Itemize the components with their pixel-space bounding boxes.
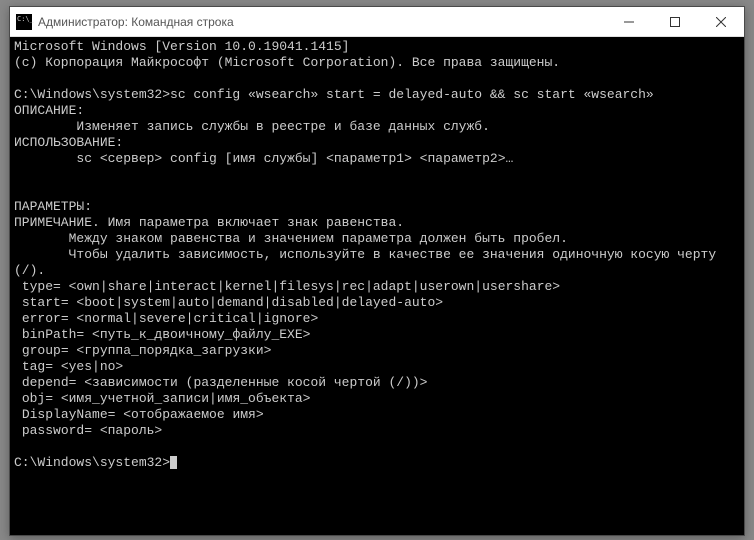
prompt-text: C:\Windows\system32>: [14, 455, 170, 470]
terminal-line: ПАРАМЕТРЫ:: [14, 199, 740, 215]
window-controls: [606, 7, 744, 36]
terminal-line: type= <own|share|interact|kernel|filesys…: [14, 279, 740, 295]
terminal-line: ИСПОЛЬЗОВАНИЕ:: [14, 135, 740, 151]
terminal-output[interactable]: Microsoft Windows [Version 10.0.19041.14…: [10, 37, 744, 535]
maximize-button[interactable]: [652, 7, 698, 36]
terminal-line: Между знаком равенства и значением парам…: [14, 231, 740, 247]
terminal-line: sc <сервер> config [имя службы] <парамет…: [14, 151, 740, 167]
terminal-line: tag= <yes|no>: [14, 359, 740, 375]
terminal-line: C:\Windows\system32>sc config «wsearch» …: [14, 87, 740, 103]
cursor: [170, 456, 177, 469]
terminal-line: [14, 71, 740, 87]
cmd-icon: [16, 14, 32, 30]
terminal-line: (c) Корпорация Майкрософт (Microsoft Cor…: [14, 55, 740, 71]
titlebar[interactable]: Администратор: Командная строка: [10, 7, 744, 37]
terminal-line: binPath= <путь_к_двоичному_файлу_EXE>: [14, 327, 740, 343]
terminal-line: DisplayName= <отображаемое имя>: [14, 407, 740, 423]
window-title: Администратор: Командная строка: [38, 15, 606, 29]
terminal-line: depend= <зависимости (разделенные косой …: [14, 375, 740, 391]
minimize-button[interactable]: [606, 7, 652, 36]
terminal-line: ПРИМЕЧАНИЕ. Имя параметра включает знак …: [14, 215, 740, 231]
close-button[interactable]: [698, 7, 744, 36]
terminal-line: Изменяет запись службы в реестре и базе …: [14, 119, 740, 135]
terminal-line: error= <normal|severe|critical|ignore>: [14, 311, 740, 327]
terminal-line: ОПИСАНИЕ:: [14, 103, 740, 119]
terminal-line: Microsoft Windows [Version 10.0.19041.14…: [14, 39, 740, 55]
terminal-line: [14, 439, 740, 455]
terminal-prompt[interactable]: C:\Windows\system32>: [14, 455, 740, 471]
terminal-line: Чтобы удалить зависимость, используйте в…: [14, 247, 740, 279]
terminal-line: [14, 183, 740, 199]
terminal-line: start= <boot|system|auto|demand|disabled…: [14, 295, 740, 311]
terminal-line: obj= <имя_учетной_записи|имя_объекта>: [14, 391, 740, 407]
command-prompt-window: Администратор: Командная строка Microsof…: [9, 6, 745, 536]
terminal-line: [14, 167, 740, 183]
terminal-line: password= <пароль>: [14, 423, 740, 439]
terminal-line: group= <группа_порядка_загрузки>: [14, 343, 740, 359]
